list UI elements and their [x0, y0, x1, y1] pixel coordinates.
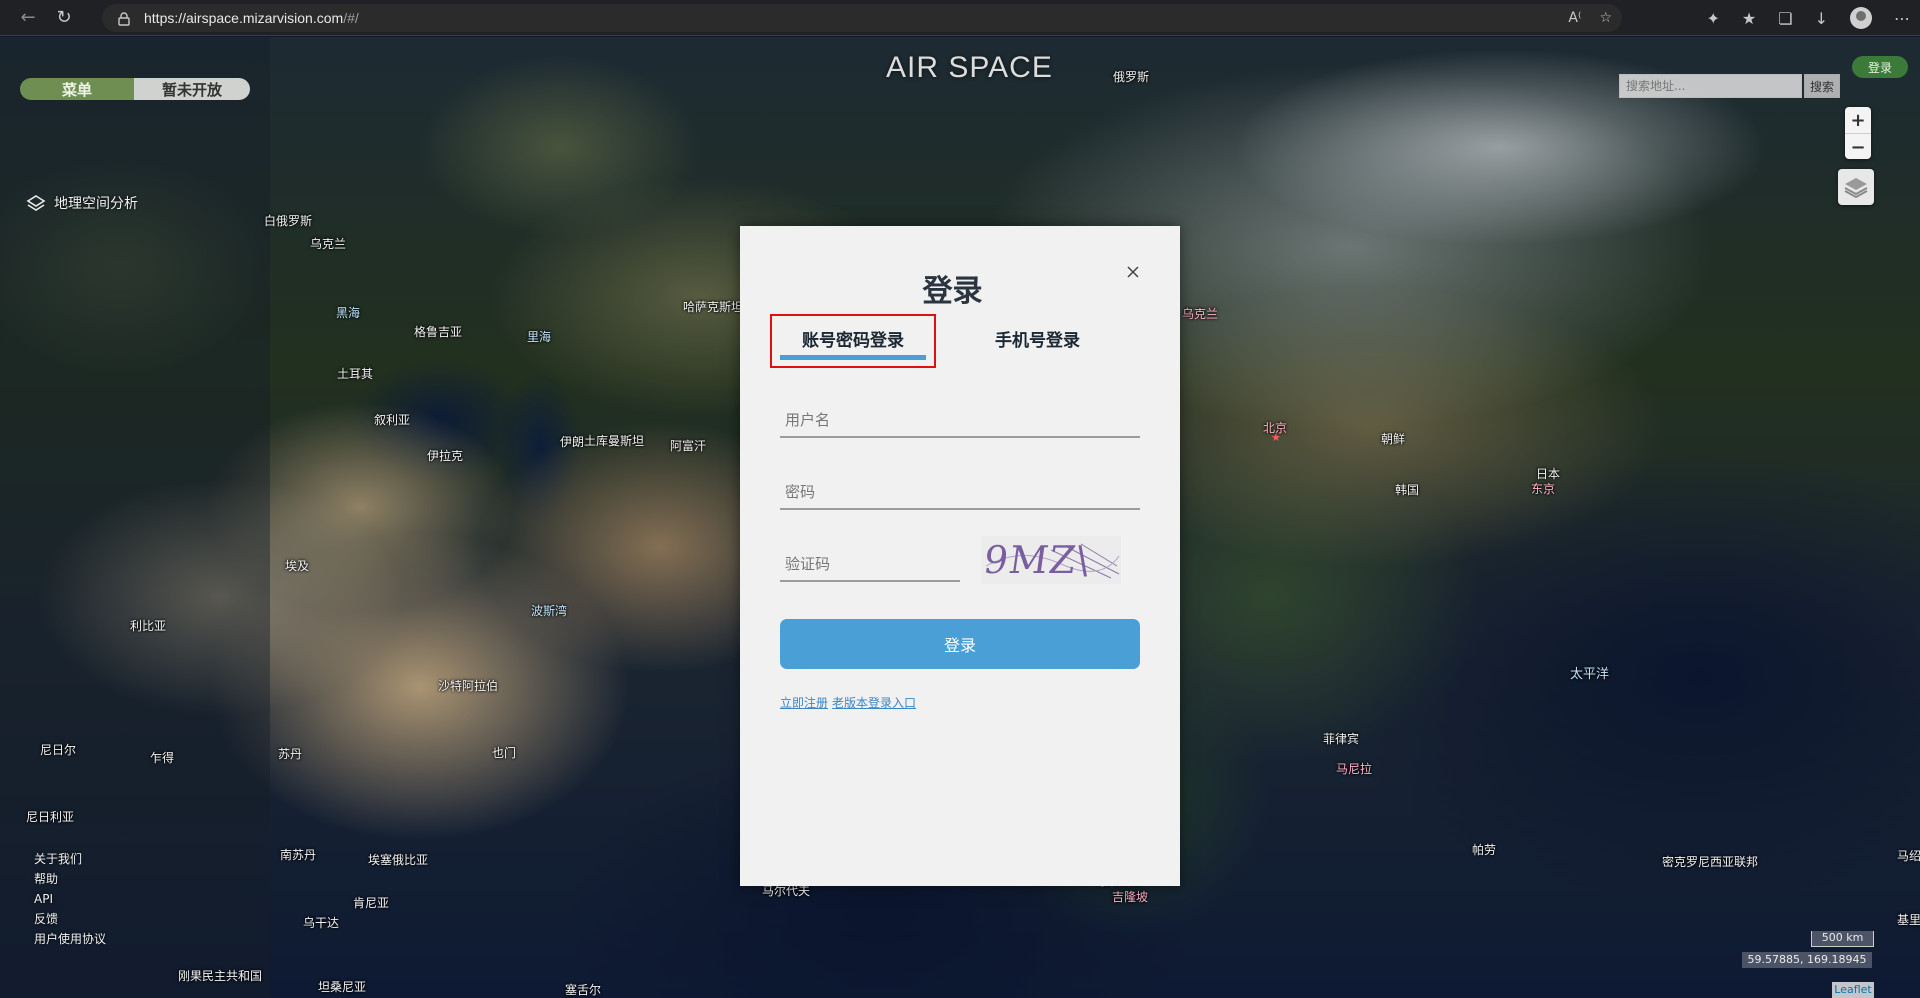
- zoom-control: + −: [1845, 107, 1871, 159]
- login-modal: 登录 账号密码登录 手机号登录 9MZ\ 登录 立即注册 老版本登录入口: [740, 226, 1180, 886]
- map-label: 伊朗: [560, 435, 585, 449]
- layers-icon: [1844, 178, 1868, 199]
- lock-icon: [118, 11, 130, 26]
- close-icon[interactable]: [1125, 264, 1141, 280]
- map-label: 塞舌尔: [565, 983, 602, 997]
- map-label: 乌干达: [303, 916, 340, 930]
- map-label: 埃及: [285, 559, 310, 573]
- map-label: 乌克兰: [1182, 307, 1219, 321]
- map-label: 吉隆坡: [1112, 890, 1149, 904]
- map-label: 土耳其: [337, 367, 374, 381]
- map-label: 韩国: [1395, 483, 1420, 497]
- map-label: 苏丹: [278, 747, 303, 761]
- map-label: 格鲁吉亚: [414, 325, 463, 339]
- menu-toggle-menu[interactable]: 菜单: [20, 78, 134, 100]
- leaflet-attribution-link[interactable]: Leaflet: [1832, 982, 1874, 998]
- top-login-button[interactable]: 登录: [1852, 56, 1908, 78]
- map-label: 波斯湾: [531, 604, 568, 618]
- app-title: AIR SPACE: [886, 51, 1053, 84]
- map-label: 东京: [1531, 482, 1556, 496]
- map-label: 也门: [492, 746, 517, 760]
- zoom-out-button[interactable]: −: [1845, 134, 1871, 160]
- map-label: 俄罗斯: [1113, 70, 1150, 84]
- extensions-icon[interactable]: ✦: [1707, 9, 1720, 28]
- map-label: 太平洋: [1570, 667, 1610, 682]
- back-icon[interactable]: ←: [10, 0, 46, 36]
- layers-button[interactable]: [1838, 169, 1874, 205]
- map-label: 埃塞俄比亚: [368, 853, 429, 867]
- register-link[interactable]: 立即注册: [780, 694, 828, 711]
- downloads-icon[interactable]: ↓: [1815, 9, 1828, 28]
- geo-analysis-label: 地理空间分析: [54, 196, 138, 212]
- password-input[interactable]: [780, 476, 1140, 510]
- tab-account-password[interactable]: 账号密码登录: [780, 326, 926, 351]
- map-label: 朝鲜: [1381, 432, 1406, 446]
- zoom-in-button[interactable]: +: [1845, 107, 1871, 134]
- map-label: 坦桑尼亚: [318, 980, 367, 994]
- collections-icon[interactable]: ❏: [1778, 9, 1792, 28]
- map-label: 乍得: [150, 751, 175, 765]
- active-tab-indicator: [780, 355, 926, 360]
- profile-avatar-icon[interactable]: [1850, 7, 1872, 29]
- map-label: 尼日利亚: [26, 810, 75, 824]
- login-submit-button[interactable]: 登录: [780, 619, 1140, 669]
- menu-toggle-unavailable[interactable]: 暂未开放: [134, 78, 250, 100]
- map-label: 利比亚: [130, 619, 167, 633]
- username-input[interactable]: [780, 404, 1140, 438]
- browser-toolbar: ← ↻ https://airspace.mizarvision.com/#/ …: [0, 0, 1920, 36]
- captcha-image[interactable]: 9MZ\: [981, 536, 1121, 584]
- link-about[interactable]: 关于我们: [34, 851, 106, 868]
- search-button[interactable]: 搜索: [1804, 74, 1840, 98]
- map-label: 菲律宾: [1323, 732, 1360, 746]
- url-text: https://airspace.mizarvision.com/#/: [144, 10, 359, 26]
- map-label: 哈萨克斯坦: [683, 300, 744, 314]
- modal-title: 登录: [922, 274, 983, 309]
- map-label: 肯尼亚: [353, 896, 390, 910]
- favorites-icon[interactable]: ★: [1742, 9, 1756, 28]
- map-label: 白俄罗斯: [264, 214, 313, 228]
- map-label: 叙利亚: [374, 413, 411, 427]
- more-menu-icon[interactable]: ⋯: [1894, 9, 1910, 28]
- map-label: 尼日尔: [40, 743, 77, 757]
- map-label: 阿富汗: [670, 439, 707, 453]
- map-label: 黑海: [336, 306, 361, 320]
- map-label: 南苏丹: [280, 848, 317, 862]
- captcha-input[interactable]: [780, 548, 960, 582]
- map-label: 沙特阿拉伯: [438, 679, 499, 693]
- url-host: https://airspace.mizarvision.com: [144, 10, 344, 26]
- map-label: 马尼拉: [1336, 762, 1373, 776]
- map-label: 土库曼斯坦: [584, 434, 645, 448]
- map-label: 里海: [527, 330, 552, 344]
- map-label: 密克罗尼西亚联邦: [1662, 855, 1759, 869]
- refresh-icon[interactable]: ↻: [46, 0, 82, 36]
- capital-star-icon: ★: [1271, 431, 1281, 444]
- geo-analysis-icon: [26, 195, 46, 211]
- map-label: 伊拉克: [427, 449, 464, 463]
- address-bar[interactable]: https://airspace.mizarvision.com/#/ A⁽ ☆: [102, 4, 1622, 32]
- favorite-add-icon[interactable]: ☆: [1599, 10, 1612, 26]
- link-feedback[interactable]: 反馈: [34, 911, 106, 928]
- read-aloud-icon[interactable]: A⁽: [1568, 10, 1581, 26]
- map-label: 帕劳: [1472, 843, 1497, 857]
- link-api[interactable]: API: [34, 891, 106, 908]
- tab-phone-login[interactable]: 手机号登录: [995, 326, 1080, 351]
- map-label: 刚果民主共和国: [178, 969, 263, 983]
- map-label: 马绍: [1897, 849, 1920, 863]
- map-label: 基里: [1897, 913, 1920, 927]
- footer-links: 关于我们 帮助 API 反馈 用户使用协议: [34, 851, 106, 948]
- captcha-text: 9MZ\: [981, 538, 1094, 582]
- link-user-agreement[interactable]: 用户使用协议: [34, 931, 106, 948]
- old-login-link[interactable]: 老版本登录入口: [832, 694, 916, 711]
- search-input[interactable]: 搜索地址...: [1619, 74, 1802, 98]
- link-help[interactable]: 帮助: [34, 871, 106, 888]
- map-canvas[interactable]: AIR SPACE 菜单 暂未开放 地理空间分析 俄罗斯 乌克兰 黑海 格鲁吉亚…: [0, 37, 1920, 998]
- map-scale: 500 km: [1811, 931, 1874, 947]
- mouse-coordinates: 59.57885, 169.18945: [1742, 952, 1872, 968]
- url-path: /#/: [343, 10, 359, 26]
- geo-analysis-link[interactable]: 地理空间分析: [26, 193, 138, 213]
- modal-links: 立即注册 老版本登录入口: [780, 694, 916, 711]
- menu-toggle[interactable]: 菜单 暂未开放: [20, 78, 250, 100]
- map-label: 乌克兰: [310, 237, 347, 251]
